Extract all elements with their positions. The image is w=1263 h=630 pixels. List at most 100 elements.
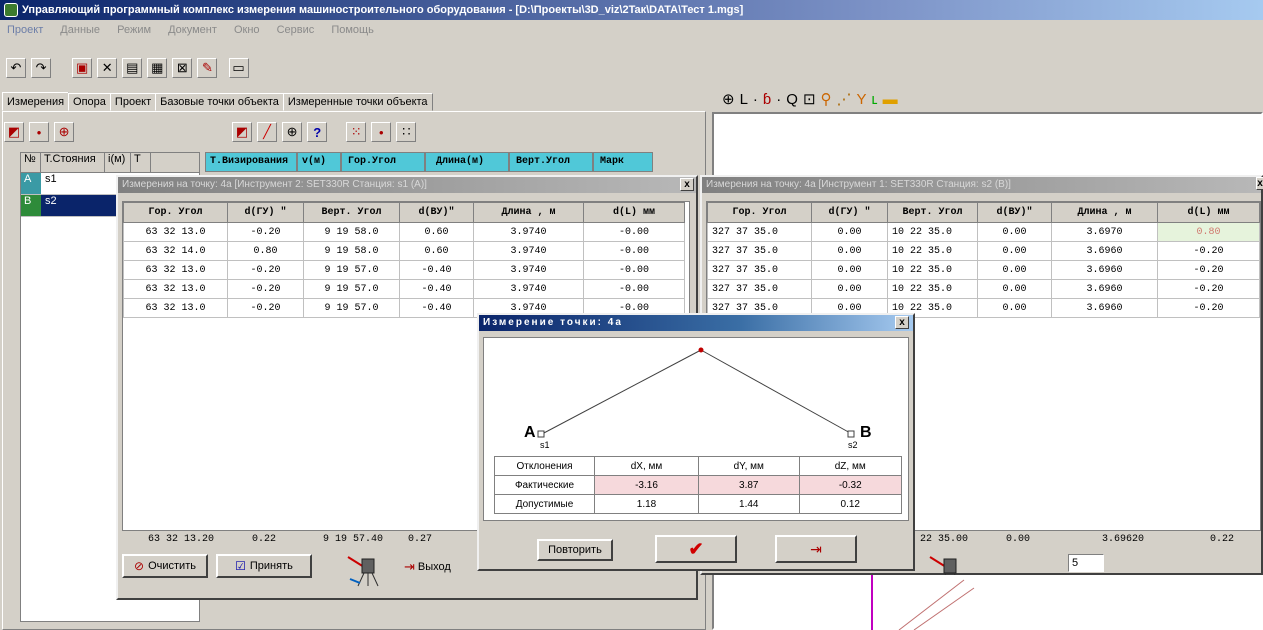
repeat-button[interactable]: Повторить — [537, 539, 613, 561]
table-row[interactable]: 327 37 35.0 0.00 10 22 35.0 0.00 3.6960 -0.20 — [707, 241, 1260, 261]
station-b-label: s2 — [848, 440, 858, 450]
instrument-icon[interactable] — [928, 549, 964, 575]
col-length[interactable]: Длина , м — [473, 202, 584, 223]
col-vert-angle[interactable]: Верт. Угол — [303, 202, 400, 223]
zoom-icon[interactable]: ⊕ — [54, 122, 75, 142]
ok-button[interactable]: ✔ — [655, 535, 737, 563]
instrument-icon[interactable] — [346, 549, 382, 587]
accept-button[interactable]: ☑ Принять — [216, 554, 312, 578]
menu-help[interactable]: Помощь — [324, 20, 381, 40]
tab-project[interactable]: Проект — [109, 93, 157, 111]
perspective-icon[interactable]: ⋰ — [837, 91, 857, 108]
cell: 3.6960 — [1051, 298, 1158, 318]
exit-button[interactable]: ⇥ — [775, 535, 857, 563]
menu-data[interactable]: Данные — [53, 20, 107, 40]
tab-base-points[interactable]: Базовые точки объекта — [155, 93, 284, 111]
col-d-length[interactable]: d(L) мм — [583, 202, 685, 223]
col-d-vert[interactable]: d(ВУ)" — [977, 202, 1052, 223]
tab-measurements[interactable]: Измерения — [2, 92, 70, 111]
col-sighting-point[interactable]: Т.Визирования — [205, 152, 297, 172]
station-code: A — [21, 173, 41, 194]
pan-icon[interactable]: ⚲ — [821, 91, 837, 108]
cell: 0.80 — [227, 241, 304, 261]
tab-measured-points[interactable]: Измеренные точки объекта — [282, 93, 433, 111]
cell: -0.20 — [227, 279, 304, 299]
close-icon[interactable]: x — [895, 316, 909, 329]
close-icon[interactable]: x — [680, 178, 694, 191]
col-length[interactable]: Длина , м — [1051, 202, 1158, 223]
table-row[interactable]: 327 37 35.0 0.00 10 22 35.0 0.00 3.6960 -0.20 — [707, 279, 1260, 299]
chart-icon[interactable]: ⊠ — [172, 58, 193, 78]
menu-service[interactable]: Сервис — [270, 20, 322, 40]
allowed-label: Допустимые — [494, 494, 595, 514]
close-icon[interactable]: x — [1256, 177, 1263, 190]
report-icon[interactable]: ▣ — [72, 58, 93, 78]
col-v[interactable]: v(м) — [297, 152, 341, 172]
zoom-view-icon[interactable]: Q — [786, 91, 803, 108]
col-d-vert[interactable]: d(ВУ)" — [399, 202, 474, 223]
cell: -0.20 — [1157, 298, 1260, 318]
col-mark[interactable]: Марк — [593, 152, 653, 172]
clear-label: Очистить — [148, 560, 196, 572]
table-row[interactable]: 63 32 14.0 0.80 9 19 58.0 0.60 3.9740 -0.00 — [123, 241, 685, 261]
col-hor-angle[interactable]: Гор.Угол — [341, 152, 425, 172]
col-t[interactable]: T — [131, 153, 151, 172]
count-field[interactable]: 5 — [1068, 554, 1104, 572]
window-icon[interactable]: ▭ — [228, 58, 249, 78]
cross-tool-icon[interactable]: ✕ — [97, 58, 118, 78]
col-station[interactable]: Т.Стояния — [41, 153, 105, 172]
exit-icon: ⇥ — [810, 540, 822, 557]
rotate-icon[interactable]: ɓ — [763, 91, 776, 108]
zoom-in-icon[interactable]: ⊕ — [282, 122, 303, 142]
col-vert-angle[interactable]: Верт.Угол — [509, 152, 593, 172]
menu-document[interactable]: Документ — [161, 20, 224, 40]
table-row[interactable]: 327 37 35.0 0.00 10 22 35.0 0.00 3.6970 0.80 — [707, 222, 1260, 242]
layers-icon[interactable]: ▬ — [883, 91, 903, 108]
table-row[interactable]: 63 32 13.0 -0.20 9 19 58.0 0.60 3.9740 -0.00 — [123, 222, 685, 242]
cell: 63 32 13.0 — [123, 298, 228, 318]
help-icon[interactable]: ? — [307, 122, 328, 142]
cell: -0.00 — [583, 279, 685, 299]
col-hor-angle[interactable]: Гор. Угол — [123, 202, 228, 223]
dot-icon[interactable]: • — [371, 122, 392, 142]
line-icon[interactable]: ╱ — [257, 122, 278, 142]
table-row[interactable]: 327 37 35.0 0.00 10 22 35.0 0.00 3.6960 -0.20 — [707, 260, 1260, 280]
menu-window[interactable]: Окно — [227, 20, 267, 40]
save-icon[interactable]: ▤ — [122, 58, 143, 78]
summary-length: 3.69620 — [1102, 534, 1145, 545]
menu-mode[interactable]: Режим — [110, 20, 158, 40]
undo-icon[interactable]: ↶ — [6, 58, 26, 78]
point-icon[interactable]: • — [29, 122, 50, 142]
cell: 3.9740 — [473, 241, 584, 261]
menu-project[interactable]: Проект — [0, 20, 50, 40]
exit-button[interactable]: ⇥ Выход — [404, 559, 451, 575]
crosshair-icon[interactable]: ⊕ — [722, 91, 740, 108]
col-length[interactable]: Длина(м) — [425, 152, 509, 172]
table-row[interactable]: 63 32 13.0 -0.20 9 19 57.0 -0.40 3.9740 -0.00 — [123, 279, 685, 299]
col-hor-angle[interactable]: Гор. Угол — [707, 202, 812, 223]
actual-row: Фактические -3.16 3.87 -0.32 — [494, 475, 902, 495]
table-icon[interactable]: ▦ — [147, 58, 168, 78]
cell: 10 22 35.0 — [887, 260, 978, 280]
add-station-icon[interactable]: ◩ — [4, 122, 24, 142]
scatter-icon[interactable]: ⁙ — [346, 122, 367, 142]
zoom-window-icon[interactable]: ⊡ — [803, 91, 821, 108]
cell: 0.00 — [977, 279, 1052, 299]
col-d-length[interactable]: d(L) мм — [1157, 202, 1260, 223]
col-vert-angle[interactable]: Верт. Угол — [887, 202, 978, 223]
grid-points-icon[interactable]: ∷ — [396, 122, 417, 142]
col-number[interactable]: № — [21, 153, 41, 172]
plane-icon[interactable]: ʟ — [872, 91, 883, 108]
redo-icon[interactable]: ↷ — [31, 58, 52, 78]
col-d-hor[interactable]: d(ГУ) " — [811, 202, 888, 223]
col-d-hor[interactable]: d(ГУ) " — [227, 202, 304, 223]
axis-icon[interactable]: L — [740, 91, 753, 108]
y-axis-icon[interactable]: Y — [857, 91, 872, 108]
tab-support[interactable]: Опора — [68, 93, 111, 111]
table-row[interactable]: 63 32 13.0 -0.20 9 19 57.0 -0.40 3.9740 -0.00 — [123, 260, 685, 280]
clear-button[interactable]: ⊘ Очистить — [122, 554, 208, 578]
cell: 63 32 14.0 — [123, 241, 228, 261]
col-height[interactable]: i(м) — [105, 153, 131, 172]
edit-icon[interactable]: ✎ — [197, 58, 218, 78]
add-row-icon[interactable]: ◩ — [232, 122, 252, 142]
